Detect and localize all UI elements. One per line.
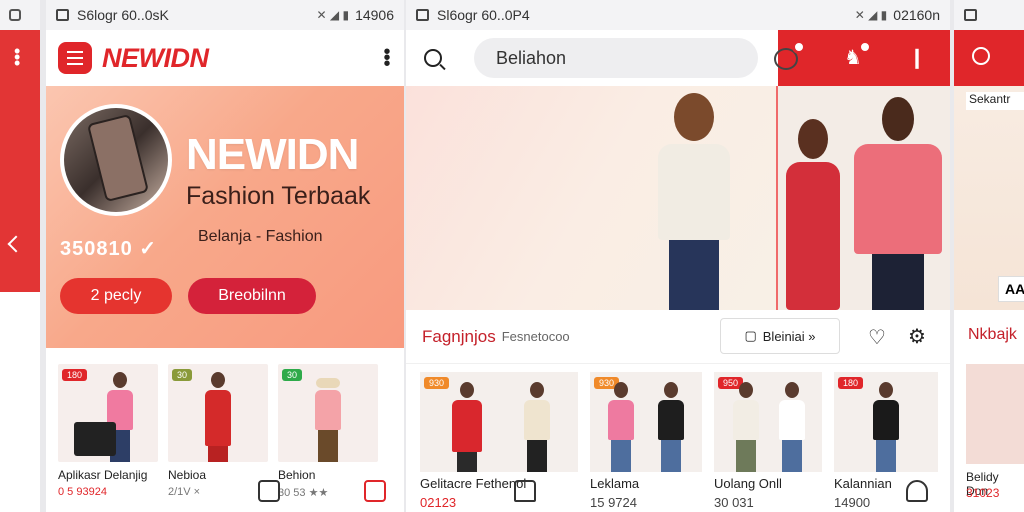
promo-banner[interactable] <box>406 86 950 310</box>
model-figure <box>854 97 942 310</box>
red-side-panel <box>0 30 40 292</box>
product-image: 180 <box>834 372 938 472</box>
status-time: S6logr 60..0sK <box>77 7 169 23</box>
filter-label: Bleiniai » <box>762 328 816 344</box>
discount-badge: 30 <box>172 369 193 381</box>
search-input[interactable] <box>474 38 758 78</box>
product-price: 15 9724 <box>590 495 637 510</box>
model-figure <box>658 93 730 310</box>
status-battery: 14906 <box>355 7 394 23</box>
status-bar: S6logr 60..0sK ✕ ◢ ▮ 14906 <box>46 0 404 30</box>
search-icon[interactable] <box>972 47 990 65</box>
store-title: NEWIDN <box>186 130 359 179</box>
product-price: 2/1V × <box>168 486 201 498</box>
more-options-icon[interactable]: • • • <box>382 42 392 74</box>
store-tagline: Belanja - Fashion <box>198 228 323 245</box>
model-figure <box>786 119 840 310</box>
gallery-icon <box>964 9 977 21</box>
primary-button[interactable]: 2 pecly <box>60 278 172 314</box>
banner-left <box>406 86 776 310</box>
app-bar: NEWIDN • • • <box>46 30 404 86</box>
left-phone-sliver: • • • <box>0 0 40 512</box>
product-grid: 930 Gelitacre Fethenol 02123 930 Leklama… <box>406 364 950 510</box>
product-grid: 180 Aplikasr Delanjig 0 5 93924 30 Nebio… <box>46 348 404 499</box>
phone-store-profile: S6logr 60..0sK ✕ ◢ ▮ 14906 NEWIDN • • • NE… <box>46 0 404 512</box>
section-title: Nkbajk <box>968 326 1017 343</box>
home-icon[interactable] <box>514 480 536 502</box>
product-price: 02123 <box>420 495 457 510</box>
product-image: 30 <box>168 364 268 462</box>
product-name: Behion <box>278 468 316 482</box>
search-icon[interactable] <box>424 49 442 67</box>
product-price: 30 031 <box>714 495 754 510</box>
banner-right <box>776 86 950 310</box>
search-chip[interactable]: Sekantr <box>966 92 1024 110</box>
product-price: 0 5 93924 <box>58 486 107 498</box>
product-card[interactable]: 930 Leklama 15 9724 <box>590 372 702 510</box>
status-bar <box>0 0 40 30</box>
smartphone-image <box>86 113 150 203</box>
product-image: 30 <box>278 364 378 462</box>
store-subtitle: Fashion Terbaak <box>186 182 371 210</box>
follower-count: 350810 ✓ <box>60 238 158 260</box>
phone-shop-feed: Sl6ogr 60..0P4 ✕ ◢ ▮ 02160n ♞ ❙ <box>406 0 950 512</box>
app-bar <box>954 30 1024 86</box>
status-bar: Sl6ogr 60..0P4 ✕ ◢ ▮ 02160n <box>406 0 950 30</box>
search-bar: ♞ ❙ <box>406 30 950 86</box>
notification-dot <box>792 40 806 54</box>
profile-icon[interactable] <box>906 480 928 502</box>
home-icon[interactable] <box>258 480 280 502</box>
brand-logo: NEWIDN <box>102 42 209 73</box>
product-card[interactable]: 180 Aplikasr Delanjig 0 5 93924 <box>58 364 158 499</box>
product-name: Gelitacre Fethenol <box>420 476 527 491</box>
gallery-icon <box>416 9 429 21</box>
product-image: 950 <box>714 372 822 472</box>
label-badge: AA <box>998 276 1024 302</box>
product-card[interactable]: 30 Behion 30 53 ★★ <box>278 364 378 499</box>
product-name: Leklama <box>590 476 640 491</box>
product-price: 31023 <box>966 486 1000 500</box>
heart-icon[interactable]: ♡ <box>868 325 886 350</box>
product-name: Uolang Onll <box>714 476 782 491</box>
gallery-icon <box>56 9 69 21</box>
discount-badge: 180 <box>62 369 88 381</box>
product-name: Nebioa <box>168 468 207 482</box>
microphone-icon[interactable]: ❙ <box>904 45 930 71</box>
product-image: 180 <box>58 364 158 462</box>
menu-button[interactable] <box>58 42 92 74</box>
product-image: 930 <box>590 372 702 472</box>
signal-icon: ✕ ◢ ▮ <box>316 8 350 22</box>
product-image: 930 <box>420 372 578 472</box>
store-hero: NEWIDN Fashion Terbaak Belanja - Fashion… <box>46 86 404 348</box>
status-bar <box>954 0 1024 30</box>
section-title: Fagnjnjos <box>422 326 496 346</box>
discount-badge: 30 <box>282 369 303 381</box>
store-avatar[interactable] <box>60 104 172 216</box>
product-card[interactable]: 950 Uolang Onll 30 031 <box>714 372 822 510</box>
discount-badge: 930 <box>424 377 450 389</box>
product-card[interactable]: 30 Nebioa 2/1V × <box>168 364 268 499</box>
section-header: Fagnjnjos Fesnetocoo ▢ Bleiniai » ♡ ⚙ <box>406 310 950 364</box>
product-name: Aplikasr Delanjig <box>58 468 148 482</box>
screenshot-collage: • • • S6logr 60..0sK ✕ ◢ ▮ 14906 NEWIDN • •… <box>0 0 1024 512</box>
section-subtitle: Fesnetocoo <box>501 329 570 344</box>
filter-icon: ▢ <box>744 328 757 343</box>
status-battery: 02160n <box>893 7 940 23</box>
product-card[interactable]: 930 Gelitacre Fethenol 02123 <box>420 372 578 510</box>
right-phone-sliver: Sekantr AA Nkbajk Belidy Don 31023 <box>954 0 1024 512</box>
product-image[interactable] <box>966 364 1024 464</box>
product-price: 30 53 ★★ <box>278 487 329 499</box>
notification-dot <box>858 40 872 54</box>
signal-icon: ✕ ◢ ▮ <box>854 8 888 22</box>
settings-icon[interactable]: ⚙ <box>908 324 926 349</box>
square-icon <box>9 9 21 21</box>
bag-icon[interactable] <box>364 480 386 502</box>
kebab-icon[interactable]: • • • <box>14 42 20 72</box>
discount-badge: 180 <box>838 377 864 389</box>
filter-button[interactable]: ▢ Bleiniai » <box>720 318 840 354</box>
status-time: Sl6ogr 60..0P4 <box>437 7 530 23</box>
secondary-button[interactable]: Breobilnn <box>188 278 316 314</box>
